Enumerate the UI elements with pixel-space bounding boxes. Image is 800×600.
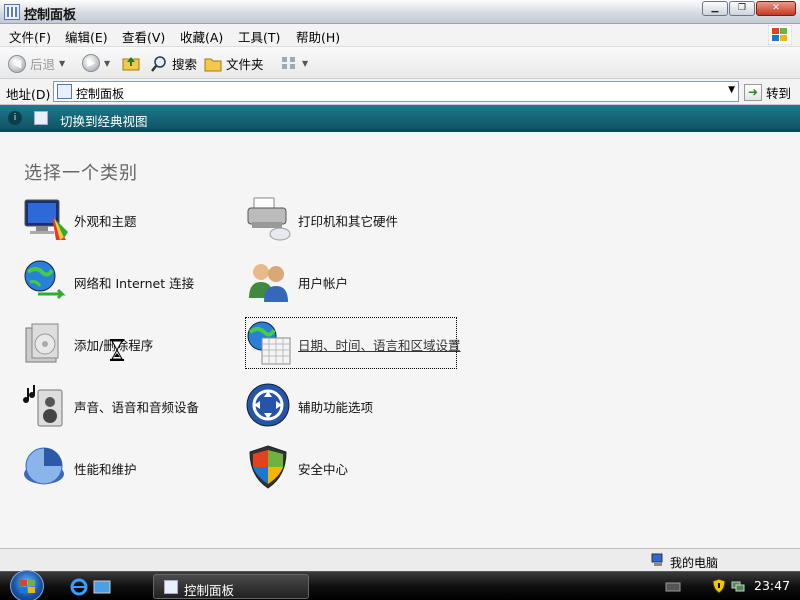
toolbar: ◀ 后退 ▼ ▶ ▼ 搜索 文件夹 ▼ xyxy=(0,46,800,79)
taskbar-item-control-panel[interactable]: 控制面板 xyxy=(153,574,309,599)
chevron-down-icon[interactable]: ▼ xyxy=(59,59,65,68)
search-button[interactable]: 搜索 xyxy=(150,54,197,73)
switch-to-classic-view-link[interactable]: 切换到经典视图 xyxy=(60,111,148,130)
category-accessibility[interactable]: 辅助功能选项 xyxy=(246,380,456,430)
folder-icon xyxy=(204,58,222,71)
menu-file[interactable]: 文件(F) xyxy=(9,27,51,46)
category-appearance-themes[interactable]: 外观和主题 xyxy=(22,194,232,244)
category-performance-maintenance[interactable]: 性能和维护 xyxy=(22,442,232,492)
internet-explorer-icon[interactable] xyxy=(70,578,88,596)
title-bar: 控制面板 ▁ ❐ ✕ xyxy=(0,0,800,24)
security-alert-icon[interactable] xyxy=(711,578,727,594)
info-icon: i xyxy=(8,111,22,125)
menu-bar: 文件(F) 编辑(E) 查看(V) 收藏(A) 工具(T) 帮助(H) xyxy=(0,24,800,46)
up-folder-icon xyxy=(122,57,140,71)
taskbar-item-label: 控制面板 xyxy=(184,583,235,598)
category-add-remove-programs[interactable]: 添加/删除程序 xyxy=(22,318,232,368)
up-folder-button[interactable] xyxy=(122,54,140,72)
category-security-center[interactable]: 安全中心 xyxy=(246,442,456,492)
control-panel-icon xyxy=(57,84,72,99)
back-arrow-icon: ◀ xyxy=(8,54,26,73)
category-view: 选择一个类别 外观和主题 网络和 Internet 连接 添加/删除程序 声音、… xyxy=(0,135,800,548)
address-label: 地址(D) xyxy=(6,87,51,102)
control-panel-icon xyxy=(164,580,178,594)
status-bar: 我的电脑 xyxy=(0,548,800,571)
show-desktop-icon[interactable] xyxy=(93,578,111,596)
address-value: 控制面板 xyxy=(76,87,125,101)
back-label: 后退 xyxy=(30,57,56,72)
windows-logo-icon xyxy=(768,25,792,45)
category-network-internet[interactable]: 网络和 Internet 连接 xyxy=(22,256,232,306)
start-button[interactable] xyxy=(10,570,44,600)
switch-view-banner[interactable]: i 切换到经典视图 xyxy=(0,105,800,132)
menu-tools[interactable]: 工具(T) xyxy=(238,27,280,46)
views-button[interactable]: ▼ xyxy=(280,54,308,72)
search-icon xyxy=(151,55,166,72)
users-icon xyxy=(249,264,288,302)
maximize-button[interactable]: ❐ xyxy=(729,1,755,16)
category-label: 日期、时间、语言和区域设置 xyxy=(298,338,461,353)
security-shield-icon xyxy=(249,445,287,489)
category-label: 安全中心 xyxy=(298,462,349,477)
keyboard-icon[interactable] xyxy=(665,578,681,594)
category-label: 性能和维护 xyxy=(74,462,137,477)
minimize-button[interactable]: ▁ xyxy=(702,1,728,16)
address-input[interactable]: 控制面板 ▼ xyxy=(53,81,739,102)
windows-logo-icon xyxy=(20,580,35,593)
category-label: 网络和 Internet 连接 xyxy=(74,276,195,291)
category-user-accounts[interactable]: 用户帐户 xyxy=(246,256,456,306)
speaker-icon xyxy=(23,385,63,427)
folders-button[interactable]: 文件夹 xyxy=(204,54,264,73)
forward-arrow-icon: ▶ xyxy=(82,54,100,72)
status-location: 我的电脑 xyxy=(670,556,719,570)
menu-favorites[interactable]: 收藏(A) xyxy=(180,27,223,46)
add-remove-programs-icon xyxy=(25,323,59,363)
chevron-down-icon[interactable]: ▼ xyxy=(728,85,735,95)
date-time-globe-icon xyxy=(247,321,291,365)
category-date-time-language[interactable]: 日期、时间、语言和区域设置 xyxy=(245,317,461,369)
taskbar-clock[interactable]: 23:47 xyxy=(754,578,790,593)
menu-view[interactable]: 查看(V) xyxy=(122,27,165,46)
control-panel-icon xyxy=(34,111,48,125)
menu-edit[interactable]: 编辑(E) xyxy=(65,27,108,46)
printer-icon xyxy=(247,197,291,241)
forward-button[interactable]: ▶ ▼ xyxy=(82,54,110,72)
chevron-down-icon: ▼ xyxy=(302,58,309,68)
network-icon[interactable] xyxy=(730,578,746,594)
views-grid-icon xyxy=(282,57,295,69)
window-title: 控制面板 xyxy=(24,8,77,23)
performance-pie-icon xyxy=(24,447,64,485)
hourglass-cursor-icon xyxy=(110,339,124,361)
go-button[interactable]: ➜ 转到 xyxy=(744,83,791,102)
category-printers-hardware[interactable]: 打印机和其它硬件 xyxy=(246,194,456,244)
window-controls: ▁ ❐ ✕ xyxy=(702,1,796,16)
category-label: 辅助功能选项 xyxy=(298,400,374,415)
category-label: 声音、语音和音频设备 xyxy=(74,400,200,415)
search-label: 搜索 xyxy=(172,57,198,72)
chevron-down-icon[interactable]: ▼ xyxy=(104,59,110,68)
close-button[interactable]: ✕ xyxy=(756,1,796,16)
back-button[interactable]: ◀ 后退 ▼ xyxy=(8,54,65,73)
appearance-themes-icon xyxy=(24,199,68,240)
page-title: 选择一个类别 xyxy=(24,163,138,184)
my-computer-icon xyxy=(651,553,663,566)
go-label: 转到 xyxy=(766,86,792,101)
address-bar: 地址(D) 控制面板 ▼ ➜ 转到 xyxy=(0,79,800,105)
category-label: 打印机和其它硬件 xyxy=(298,214,399,229)
folders-label: 文件夹 xyxy=(226,57,264,72)
network-globe-icon xyxy=(24,260,66,300)
accessibility-icon xyxy=(246,383,290,427)
taskbar: 控制面板 23:47 xyxy=(0,570,800,600)
go-arrow-icon: ➜ xyxy=(744,84,762,101)
menu-help[interactable]: 帮助(H) xyxy=(296,27,340,46)
category-sounds-audio[interactable]: 声音、语音和音频设备 xyxy=(22,380,232,430)
category-label: 用户帐户 xyxy=(298,276,349,291)
control-panel-icon xyxy=(4,4,20,20)
category-label: 外观和主题 xyxy=(74,214,137,229)
